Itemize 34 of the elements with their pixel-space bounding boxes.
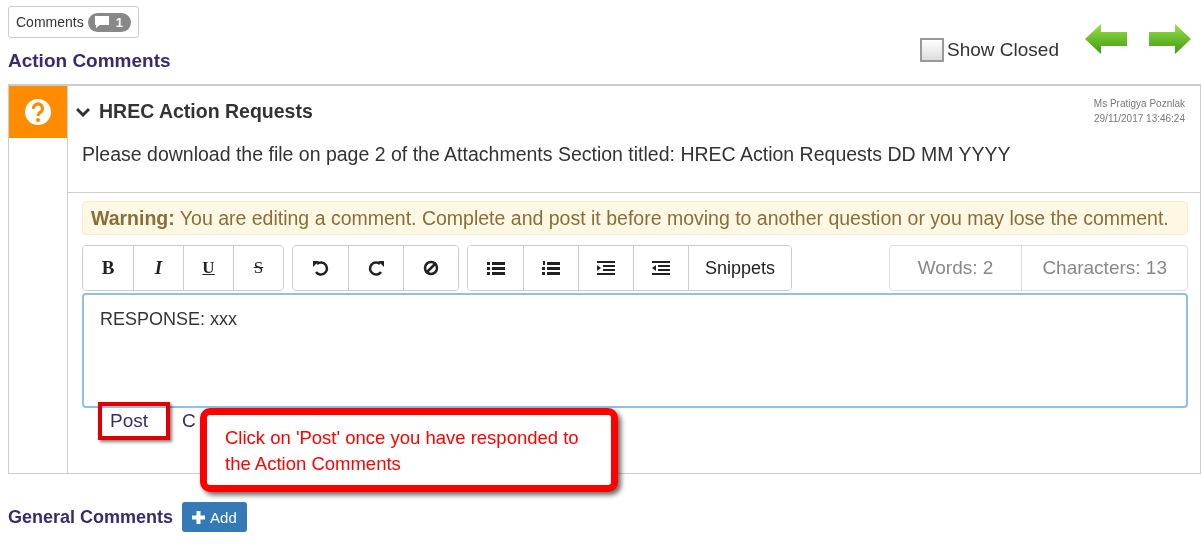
redo-icon	[366, 260, 386, 276]
timestamp: 29/11/2017 13:46:24	[1093, 112, 1185, 126]
question-icon	[24, 98, 52, 126]
clear-format-icon	[421, 260, 441, 276]
snippets-button[interactable]: Snippets	[688, 246, 792, 290]
clear-format-button[interactable]	[403, 246, 458, 290]
author-name: Ms Pratigya Poznlak	[1093, 97, 1185, 111]
comment-editor[interactable]: RESPONSE: xxx	[82, 293, 1188, 408]
comment-title: HREC Action Requests	[99, 100, 313, 123]
section-heading: Action Comments	[8, 50, 171, 72]
word-count: Words: 2	[916, 256, 995, 280]
plus-icon	[192, 510, 206, 524]
comments-button[interactable]: Comments 1	[8, 6, 139, 38]
callout-tooltip: Click on 'Post' once you have responded to the Action Comments	[200, 408, 618, 492]
show-closed-label: Show Closed	[947, 39, 1059, 61]
numbered-list-icon	[541, 260, 561, 276]
chevron-icon[interactable]	[76, 106, 90, 117]
post-link[interactable]: Post	[98, 402, 171, 440]
show-closed-checkbox[interactable]	[920, 38, 945, 62]
comment-count: 1	[115, 14, 123, 30]
indent-icon	[596, 260, 616, 276]
bullet-list-icon	[485, 260, 506, 276]
warning-message: Warning: You are editing a comment. Complete and post it before moving to another question or you may lose the comment.	[82, 201, 1188, 235]
left-arrow-icon[interactable]	[1085, 24, 1127, 54]
cancel-link[interactable]: C	[182, 410, 196, 432]
outdent-icon	[651, 260, 671, 276]
character-count: Characters: 13	[1021, 246, 1187, 290]
speech-bubble-icon	[93, 15, 110, 29]
section-heading: General Comments	[8, 506, 174, 528]
right-arrow-icon[interactable]	[1149, 24, 1191, 54]
undo-icon	[310, 260, 331, 276]
strikethrough-button[interactable]: S	[233, 246, 283, 290]
add-button[interactable]: Add	[182, 502, 247, 532]
comment-body: Please download the file on page 2 of the Attachments Section titled: HREC Action Requests DD MM YYYY	[81, 143, 1011, 166]
